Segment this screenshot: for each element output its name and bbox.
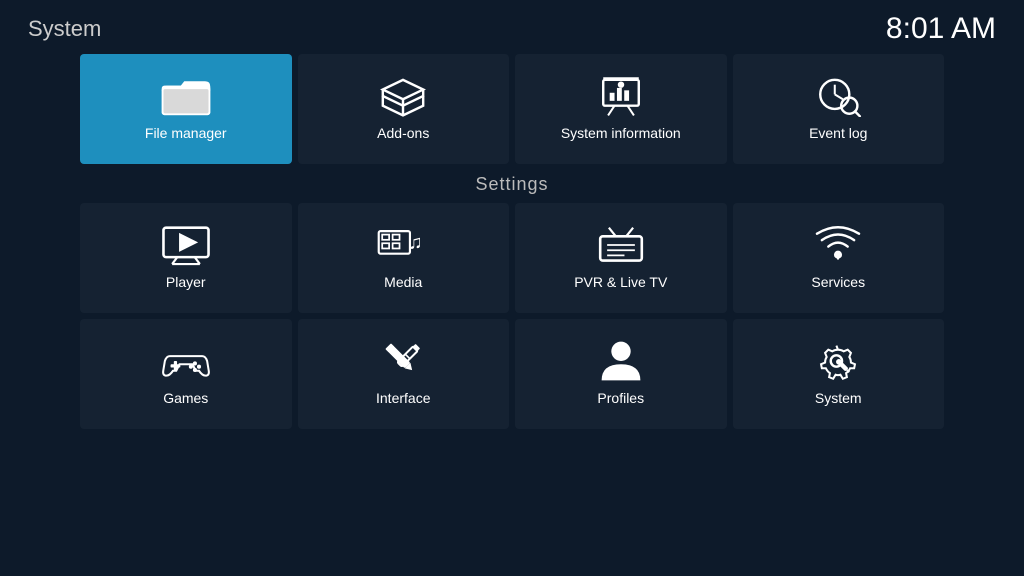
add-ons-label: Add-ons — [377, 125, 429, 141]
tile-games[interactable]: Games — [80, 319, 292, 429]
top-row: File manager Add-ons — [0, 54, 1024, 164]
folder-icon — [160, 75, 212, 117]
pvr-live-tv-label: PVR & Live TV — [574, 274, 667, 290]
tile-player[interactable]: Player — [80, 203, 292, 313]
player-icon — [160, 224, 212, 266]
services-label: Services — [811, 274, 865, 290]
clock: 8:01 AM — [886, 12, 996, 46]
tile-event-log[interactable]: Event log — [733, 54, 945, 164]
event-log-label: Event log — [809, 125, 867, 141]
tile-interface[interactable]: Interface — [298, 319, 510, 429]
svg-text:♫: ♫ — [408, 232, 422, 253]
system-label: System — [815, 390, 862, 406]
header: System 8:01 AM — [0, 0, 1024, 54]
system-icon — [812, 340, 864, 382]
games-label: Games — [163, 390, 208, 406]
games-icon — [160, 340, 212, 382]
profiles-icon — [595, 340, 647, 382]
tile-pvr-live-tv[interactable]: PVR & Live TV — [515, 203, 727, 313]
tile-system-information[interactable]: System information — [515, 54, 727, 164]
profiles-label: Profiles — [597, 390, 644, 406]
tile-add-ons[interactable]: Add-ons — [298, 54, 510, 164]
eventlog-icon — [812, 75, 864, 117]
interface-icon — [377, 340, 429, 382]
tile-media[interactable]: ♫ Media — [298, 203, 510, 313]
services-icon — [812, 224, 864, 266]
page-title: System — [28, 16, 101, 42]
settings-row-2: Games Interface — [0, 319, 1024, 429]
interface-label: Interface — [376, 390, 430, 406]
tile-profiles[interactable]: Profiles — [515, 319, 727, 429]
tile-file-manager[interactable]: File manager — [80, 54, 292, 164]
media-label: Media — [384, 274, 422, 290]
media-icon: ♫ — [377, 224, 429, 266]
tile-services[interactable]: Services — [733, 203, 945, 313]
sysinfo-icon — [595, 75, 647, 117]
pvr-icon — [595, 224, 647, 266]
settings-label: Settings — [0, 174, 1024, 195]
file-manager-label: File manager — [145, 125, 227, 141]
player-label: Player — [166, 274, 206, 290]
addons-icon — [377, 75, 429, 117]
tile-system[interactable]: System — [733, 319, 945, 429]
system-information-label: System information — [561, 125, 681, 141]
settings-row-1: Player ♫ Media — [0, 203, 1024, 313]
